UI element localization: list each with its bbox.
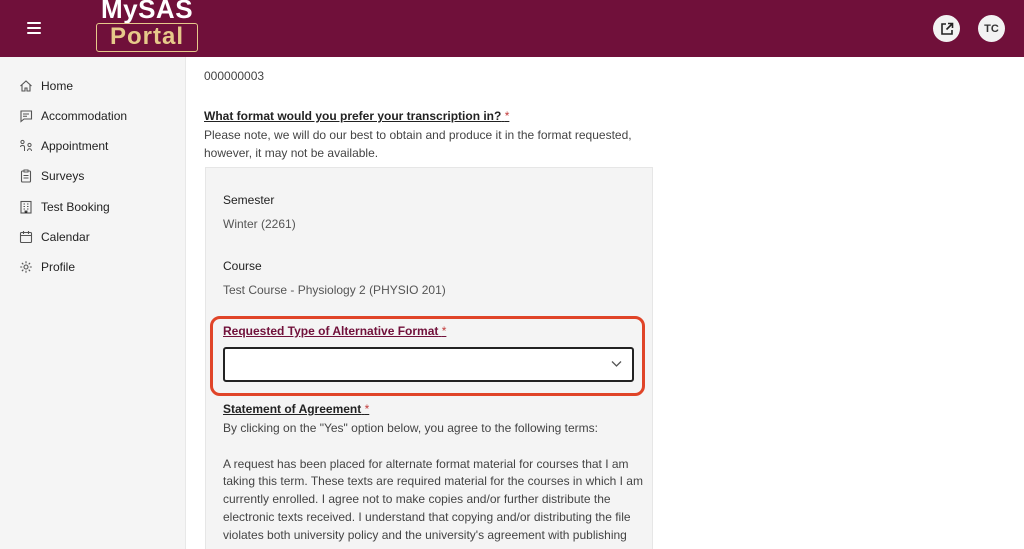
logo-text-top: MySAS (100, 0, 194, 24)
logo[interactable]: MySAS Portal (95, 0, 199, 56)
format-note-line-1: Please note, we will do our best to obta… (204, 128, 632, 142)
external-link-button[interactable] (933, 15, 960, 42)
sidebar-item-appointment[interactable]: Appointment (0, 132, 186, 160)
semester-value: Winter (2261) (223, 217, 296, 231)
sidebar-item-label: Surveys (41, 169, 85, 183)
building-icon (19, 200, 33, 214)
home-icon (19, 79, 33, 93)
appointment-icon (19, 139, 33, 153)
agreement-line: electronic texts received. I understand … (223, 510, 631, 524)
semester-label: Semester (223, 193, 275, 207)
sidebar-item-accommodation[interactable]: Accommodation (0, 102, 186, 130)
sidebar-item-home[interactable]: Home (0, 72, 186, 100)
sidebar-item-label: Test Booking (41, 200, 110, 214)
format-question-text: What format would you prefer your transc… (204, 109, 502, 123)
sidebar-item-label: Appointment (41, 139, 109, 153)
student-id-value: 000000003 (204, 69, 265, 83)
external-link-icon (940, 22, 953, 35)
agreement-line: violates both university policy and the … (223, 528, 627, 542)
agreement-line: currently enrolled. I agree not to make … (223, 492, 611, 506)
sidebar: Home Accommodation Appointment Surveys T… (0, 57, 186, 549)
sidebar-item-label: Profile (41, 260, 76, 274)
avatar[interactable]: TC (978, 15, 1005, 42)
agreement-label-text: Statement of Agreement (223, 402, 362, 416)
calendar-icon (19, 230, 33, 244)
format-note-line-2: however, it may not be available. (204, 146, 379, 160)
alt-format-label-text: Requested Type of Alternative Format (223, 324, 439, 338)
agreement-line: taking this term. These texts are requir… (223, 474, 643, 488)
agreement-label: Statement of Agreement * (223, 402, 369, 416)
required-mark: * (441, 324, 447, 338)
required-mark: * (504, 109, 510, 123)
chevron-down-icon (611, 361, 622, 367)
course-label: Course (223, 259, 262, 273)
agreement-intro: By clicking on the "Yes" option below, y… (223, 421, 598, 435)
format-question-label: What format would you prefer your transc… (204, 109, 509, 123)
sidebar-item-profile[interactable]: Profile (0, 253, 186, 281)
agreement-line: A request has been placed for alternate … (223, 457, 629, 471)
sidebar-item-test-booking[interactable]: Test Booking (0, 193, 186, 221)
required-mark: * (364, 402, 370, 416)
logo-text-bottom: Portal (96, 23, 198, 52)
top-header: MySAS Portal TC (0, 0, 1024, 57)
course-value: Test Course - Physiology 2 (PHYSIO 201) (223, 283, 446, 297)
gear-icon (19, 260, 33, 274)
sidebar-item-label: Accommodation (41, 109, 128, 123)
sidebar-item-calendar[interactable]: Calendar (0, 223, 186, 251)
sidebar-item-label: Calendar (41, 230, 90, 244)
sidebar-item-label: Home (41, 79, 74, 93)
sidebar-item-surveys[interactable]: Surveys (0, 162, 186, 190)
alt-format-select[interactable] (223, 347, 634, 382)
chat-icon (19, 109, 33, 123)
menu-icon[interactable] (27, 22, 41, 34)
clipboard-icon (19, 169, 33, 183)
alt-format-label: Requested Type of Alternative Format * (223, 324, 446, 338)
